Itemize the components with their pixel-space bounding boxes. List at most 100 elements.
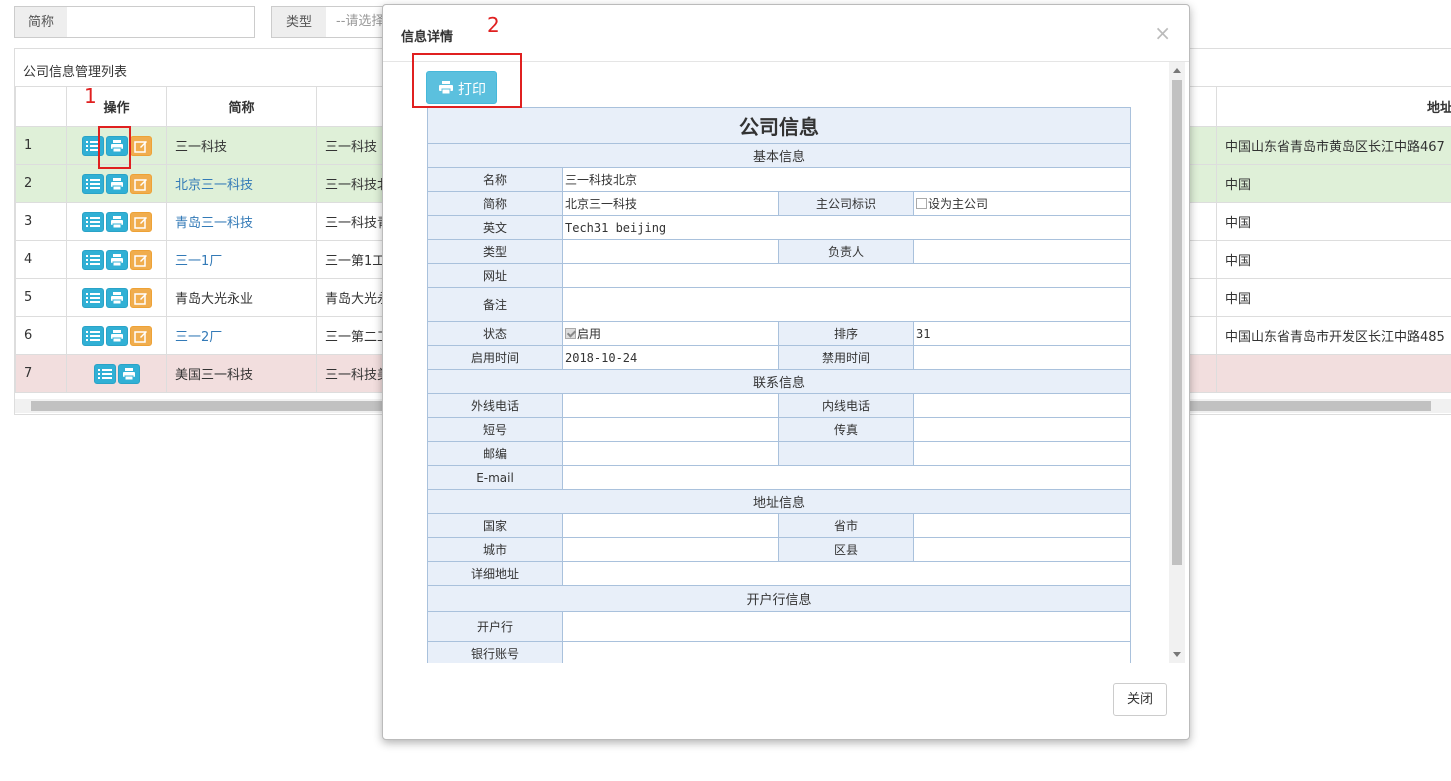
print-row-button[interactable] [105,287,128,308]
value-fax [913,417,1131,442]
company-info-table: 公司信息 基本信息 名称 三一科技北京 简称 北京三一科技 主公司标识 设为主公… [427,107,1131,663]
row-address: 中国 [1216,240,1451,279]
detail-list-button[interactable] [81,325,104,346]
type-filter-select[interactable]: --请选择 [326,6,386,38]
status-checkbox[interactable] [565,328,576,339]
detail-list-button[interactable] [93,363,116,384]
row-actions [66,202,167,241]
scroll-down-arrow-icon[interactable] [1173,652,1181,657]
print-row-button[interactable] [105,325,128,346]
row-actions [66,316,167,355]
main-company-checkbox-label: 设为主公司 [928,197,989,211]
row-index: 3 [15,202,67,241]
short-name-filter-label: 简称 [14,6,68,38]
panel-title: 公司信息管理列表 [23,65,128,80]
row-short-name: 美国三一科技 [166,354,317,393]
edit-button[interactable] [129,249,152,270]
doc-title: 公司信息 [427,107,1131,144]
row-address [1216,354,1451,393]
edit-button[interactable] [129,325,152,346]
value-sort: 31 [913,321,1131,346]
main-company-checkbox[interactable] [916,198,927,209]
print-row-button[interactable] [117,363,140,384]
value-status: 启用 [562,321,779,346]
modal-title: 信息详情 [401,30,454,45]
row-actions [66,164,167,203]
row-index: 1 [15,126,67,165]
value-empty [913,441,1131,466]
print-row-button[interactable] [105,211,128,232]
label-country: 国家 [427,513,563,538]
print-row-button[interactable] [105,173,128,194]
label-disable-time: 禁用时间 [778,345,914,370]
close-button[interactable]: 关闭 [1113,683,1167,716]
row-index: 6 [15,316,67,355]
row-short-name[interactable]: 北京三一科技 [166,164,317,203]
value-district [913,537,1131,562]
label-status: 状态 [427,321,563,346]
value-bank [562,611,1131,642]
row-short-name[interactable]: 三一2厂 [166,316,317,355]
edit-button[interactable] [129,211,152,232]
detail-list-button[interactable] [81,287,104,308]
label-district: 区县 [778,537,914,562]
edit-button[interactable] [129,173,152,194]
row-index: 7 [15,354,67,393]
value-name: 三一科技北京 [562,167,1131,192]
label-postcode: 邮编 [427,441,563,466]
detail-list-button[interactable] [81,249,104,270]
edit-button[interactable] [129,287,152,308]
col-header-actions: 操作 [66,86,167,127]
label-type: 类型 [427,239,563,264]
value-disable-time [913,345,1131,370]
value-country [562,513,779,538]
section-basic: 基本信息 [427,143,1131,168]
row-address: 中国山东省青岛市开发区长江中路485 [1216,316,1451,355]
label-account: 银行账号 [427,641,563,663]
label-city: 城市 [427,537,563,562]
value-detail-addr [562,561,1131,586]
print-row-button[interactable] [105,249,128,270]
section-address: 地址信息 [427,489,1131,514]
label-int-phone: 内线电话 [778,393,914,418]
label-owner: 负责人 [778,239,914,264]
value-ext-phone [562,393,779,418]
value-owner [913,239,1131,264]
short-name-filter-input[interactable] [67,6,255,38]
annotation-box-2 [412,53,522,108]
value-account [562,641,1131,663]
label-short: 简称 [427,191,563,216]
col-header-index [15,86,67,127]
value-postcode [562,441,779,466]
modal-vertical-scrollbar[interactable] [1169,62,1185,663]
row-short-name[interactable]: 青岛三一科技 [166,202,317,241]
modal-close-icon[interactable]: × [1154,21,1171,45]
label-fax: 传真 [778,417,914,442]
value-main-flag: 设为主公司 [913,191,1131,216]
value-province [913,513,1131,538]
value-short: 北京三一科技 [562,191,779,216]
scroll-up-arrow-icon[interactable] [1173,68,1181,73]
modal-scrollbar-thumb[interactable] [1172,80,1182,565]
label-empty [778,441,914,466]
value-email [562,465,1131,490]
edit-button[interactable] [129,135,152,156]
modal-body: 打印 公司信息 基本信息 名称 三一科技北京 简称 北京三一科技 主公司标识 设… [383,62,1189,663]
label-email: E-mail [427,465,563,490]
row-index: 4 [15,240,67,279]
value-int-phone [913,393,1131,418]
row-address: 中国 [1216,278,1451,317]
section-bank: 开户行信息 [427,585,1131,612]
detail-list-button[interactable] [81,173,104,194]
label-sort: 排序 [778,321,914,346]
value-website [562,263,1131,288]
row-index: 5 [15,278,67,317]
label-website: 网址 [427,263,563,288]
value-enable-time: 2018-10-24 [562,345,779,370]
value-city [562,537,779,562]
row-short-name[interactable]: 三一1厂 [166,240,317,279]
row-actions [66,240,167,279]
type-filter-label: 类型 [271,6,327,38]
annotation-box-1 [98,126,131,169]
detail-list-button[interactable] [81,211,104,232]
